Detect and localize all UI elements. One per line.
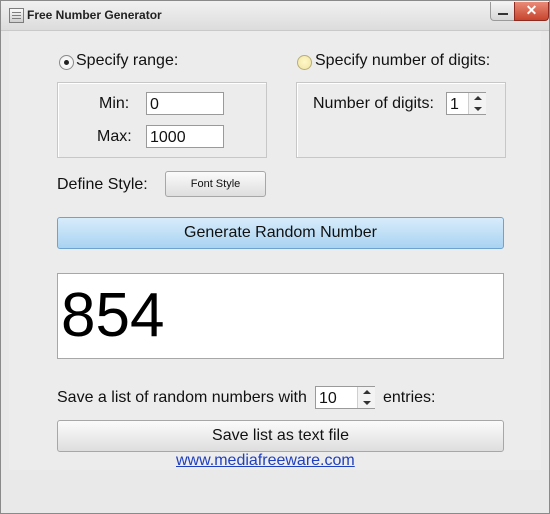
max-label: Max: [97,128,132,145]
close-icon: ✕ [525,2,538,18]
entries-stepper[interactable] [357,387,375,408]
digits-radio[interactable] [297,55,312,70]
font-style-button[interactable]: Font Style [165,171,266,197]
spin-up-icon[interactable] [469,93,486,104]
range-label: Specify range: [76,52,179,69]
website-link[interactable]: www.mediafreeware.com [176,452,355,470]
min-label: Min: [99,95,130,112]
app-window-icon [9,8,24,23]
range-radio[interactable] [59,55,74,70]
close-button[interactable]: ✕ [514,2,549,21]
app-window: Free Number Generator ✕ Specify range: S… [0,0,550,514]
generate-button[interactable]: Generate Random Number [57,217,504,249]
digits-stepper[interactable] [468,93,486,114]
digits-count-label: Number of digits: [313,95,434,112]
spin-down-icon[interactable] [358,398,375,409]
max-input[interactable]: 1000 [146,125,224,148]
result-display: 854 [57,273,504,359]
digits-group: Number of digits: 1 [296,82,506,158]
save-suffix-label: entries: [383,389,436,406]
style-label: Define Style: [57,176,148,193]
spin-up-icon[interactable] [358,387,375,398]
save-list-button[interactable]: Save list as text file [57,420,504,452]
result-value: 854 [61,281,165,350]
main-panel: Specify range: Specify number of digits:… [9,31,541,470]
min-input[interactable]: 0 [146,92,224,115]
digits-label: Specify number of digits: [315,52,491,69]
minimize-icon [498,13,508,15]
save-prefix-label: Save a list of random numbers with [57,389,307,406]
digits-count-input[interactable]: 1 [446,92,486,115]
spin-down-icon[interactable] [469,104,486,115]
title-bar: Free Number Generator ✕ [1,1,549,31]
digits-count-value: 1 [450,96,459,113]
minimize-button[interactable] [490,2,516,21]
range-group: Min: 0 Max: 1000 [57,82,267,158]
window-title: Free Number Generator [27,8,162,22]
entries-value: 10 [319,390,337,407]
entries-input[interactable]: 10 [315,386,375,409]
